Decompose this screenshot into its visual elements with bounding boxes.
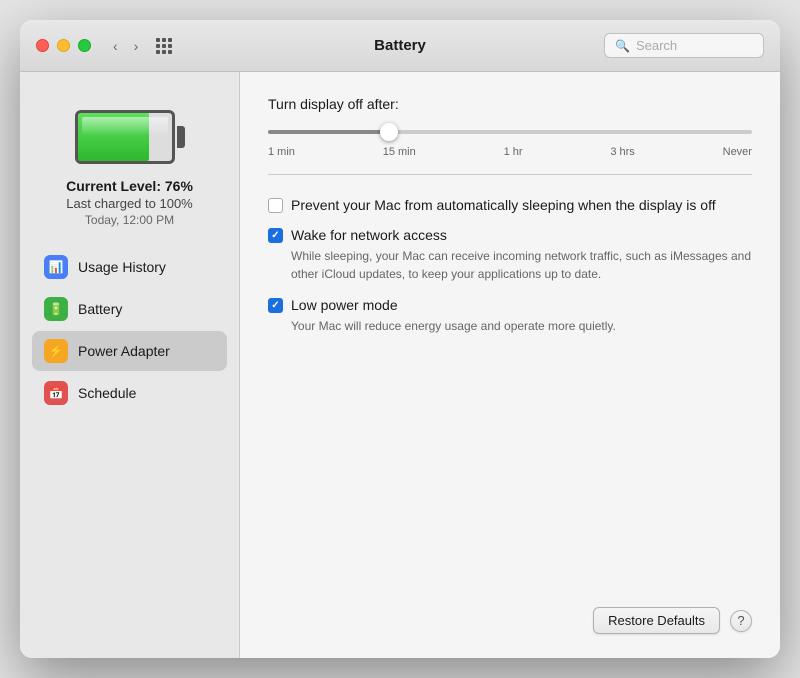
sidebar-item-label: Battery <box>78 301 122 317</box>
schedule-icon: 📅 <box>44 381 68 405</box>
sidebar-item-label: Schedule <box>78 385 136 401</box>
slider-label: Turn display off after: <box>268 96 752 112</box>
slider-label-never: Never <box>723 146 752 158</box>
nav-arrows: ‹ › <box>107 34 144 58</box>
search-box[interactable]: 🔍 Search <box>604 33 764 58</box>
option-low-power: Low power mode Your Mac will reduce ener… <box>268 297 752 335</box>
option-header: Low power mode <box>268 297 752 313</box>
minimize-button[interactable] <box>57 39 70 52</box>
slider-label-1min: 1 min <box>268 146 295 158</box>
sidebar-item-battery[interactable]: 🔋 Battery <box>32 289 227 329</box>
slider-label-1hr: 1 hr <box>504 146 523 158</box>
sidebar-item-label: Usage History <box>78 259 166 275</box>
wake-network-checkbox[interactable] <box>268 228 283 243</box>
option-header: Prevent your Mac from automatically slee… <box>268 197 752 213</box>
wake-network-label: Wake for network access <box>291 227 447 243</box>
battery-time-label: Today, 12:00 PM <box>66 213 193 227</box>
window-title: Battery <box>374 37 426 54</box>
footer: Restore Defaults ? <box>268 591 752 634</box>
grid-dot <box>162 38 166 42</box>
main-window: ‹ › Battery 🔍 Search <box>20 20 780 658</box>
grid-dot <box>168 38 172 42</box>
grid-dot <box>156 44 160 48</box>
main-panel: Turn display off after: 1 min 15 min 1 h… <box>240 72 780 658</box>
sidebar-item-schedule[interactable]: 📅 Schedule <box>32 373 227 413</box>
grid-dot <box>168 44 172 48</box>
sidebar: Current Level: 76% Last charged to 100% … <box>20 72 240 658</box>
grid-dot <box>156 38 160 42</box>
battery-info: Current Level: 76% Last charged to 100% … <box>66 178 193 227</box>
battery-icon-nav: 🔋 <box>44 297 68 321</box>
search-placeholder: Search <box>636 38 677 53</box>
usage-history-icon: 📊 <box>44 255 68 279</box>
sidebar-item-label: Power Adapter <box>78 343 170 359</box>
option-wake-network: Wake for network access While sleeping, … <box>268 227 752 283</box>
grid-dot <box>162 44 166 48</box>
battery-level-label: Current Level: 76% <box>66 178 193 194</box>
options-section: Prevent your Mac from automatically slee… <box>268 197 752 335</box>
wake-network-desc: While sleeping, your Mac can receive inc… <box>291 247 752 283</box>
restore-defaults-button[interactable]: Restore Defaults <box>593 607 720 634</box>
sidebar-item-usage-history[interactable]: 📊 Usage History <box>32 247 227 287</box>
low-power-checkbox[interactable] <box>268 298 283 313</box>
titlebar: ‹ › Battery 🔍 Search <box>20 20 780 72</box>
prevent-sleep-label: Prevent your Mac from automatically slee… <box>291 197 716 213</box>
slider-label-15min: 15 min <box>383 146 416 158</box>
close-button[interactable] <box>36 39 49 52</box>
battery-body <box>75 110 175 164</box>
grid-dot <box>162 50 166 54</box>
slider-label-3hrs: 3 hrs <box>610 146 634 158</box>
content-area: Current Level: 76% Last charged to 100% … <box>20 72 780 658</box>
option-header: Wake for network access <box>268 227 752 243</box>
grid-dot <box>168 50 172 54</box>
slider-track-wrap[interactable] <box>268 122 752 142</box>
option-prevent-sleep: Prevent your Mac from automatically slee… <box>268 197 752 213</box>
slider-track[interactable] <box>268 130 752 134</box>
battery-charged-label: Last charged to 100% <box>66 196 193 211</box>
back-button[interactable]: ‹ <box>107 34 124 58</box>
fullscreen-button[interactable] <box>78 39 91 52</box>
power-adapter-icon: ⚡ <box>44 339 68 363</box>
grid-dot <box>156 50 160 54</box>
help-button[interactable]: ? <box>730 610 752 632</box>
battery-visual <box>75 108 185 166</box>
search-icon: 🔍 <box>615 39 630 53</box>
prevent-sleep-checkbox[interactable] <box>268 198 283 213</box>
divider <box>268 174 752 175</box>
slider-section: Turn display off after: 1 min 15 min 1 h… <box>268 96 752 158</box>
battery-tip <box>177 126 185 148</box>
sidebar-nav: 📊 Usage History 🔋 Battery ⚡ Power Adapte… <box>20 243 239 417</box>
traffic-lights <box>36 39 91 52</box>
sidebar-item-power-adapter[interactable]: ⚡ Power Adapter <box>32 331 227 371</box>
low-power-desc: Your Mac will reduce energy usage and op… <box>291 317 752 335</box>
battery-fill <box>78 113 149 161</box>
slider-labels: 1 min 15 min 1 hr 3 hrs Never <box>268 146 752 158</box>
grid-icon[interactable] <box>156 38 172 54</box>
low-power-label: Low power mode <box>291 297 398 313</box>
forward-button[interactable]: › <box>128 34 145 58</box>
slider-thumb[interactable] <box>380 123 398 141</box>
battery-icon <box>75 108 185 166</box>
